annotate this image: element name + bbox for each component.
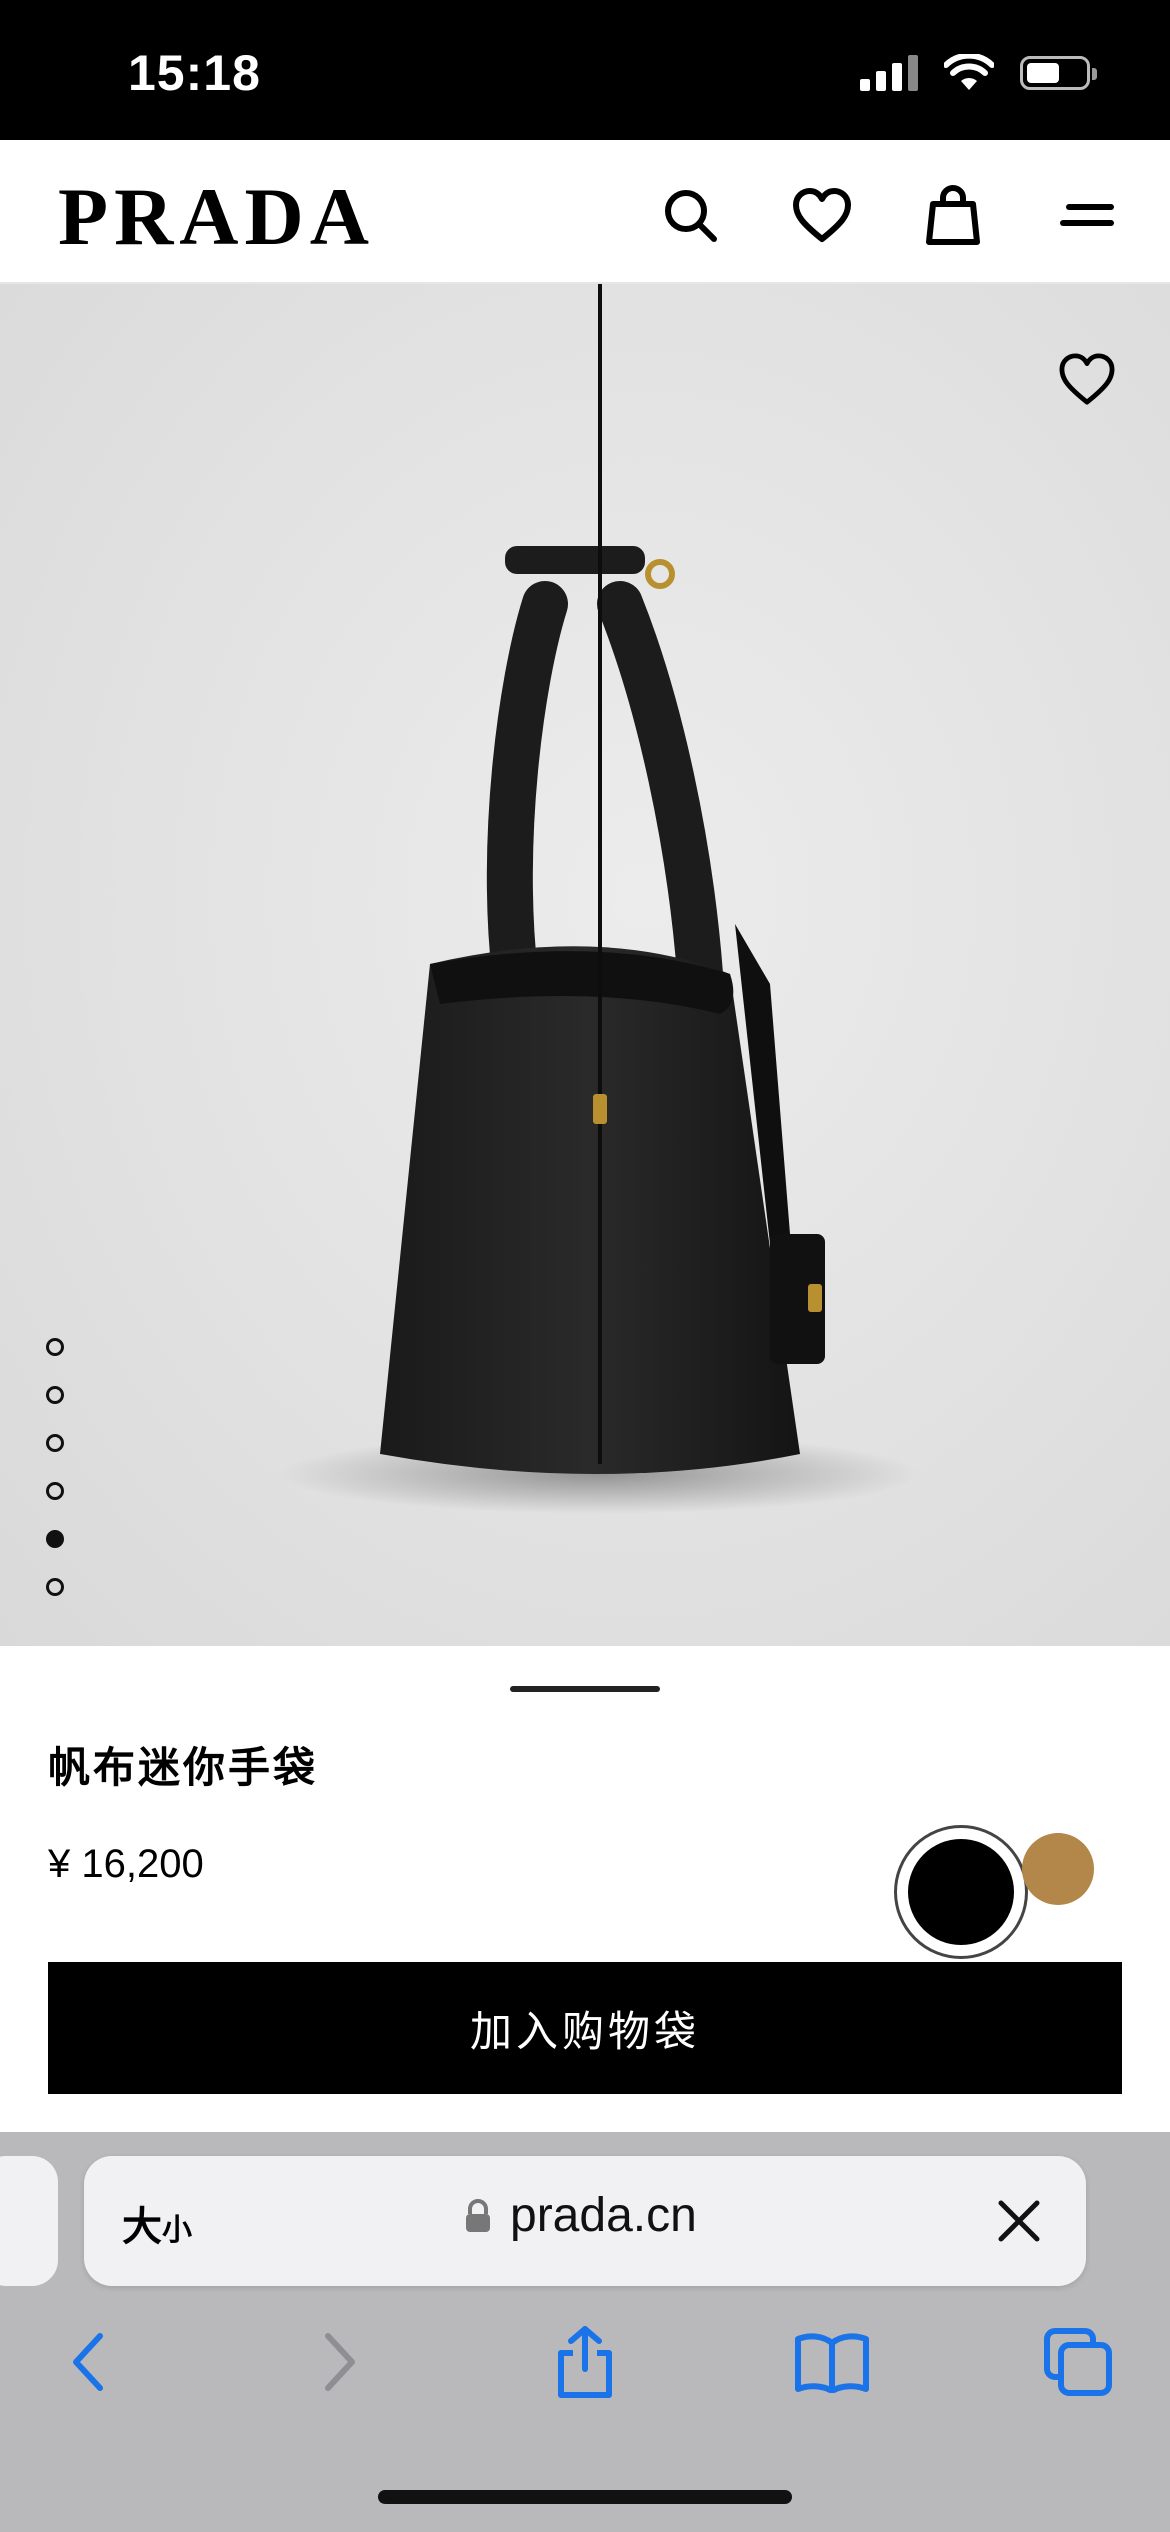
brand-logo[interactable]: PRADA	[58, 170, 375, 264]
pager-dot[interactable]	[46, 1434, 64, 1452]
lock-icon	[466, 2198, 490, 2232]
address-bar[interactable]: 大小 prada.cn	[84, 2156, 1086, 2286]
add-to-bag-button[interactable]: 加入购物袋	[48, 1962, 1122, 2094]
status-bar: 15:18	[0, 0, 1170, 140]
share-icon[interactable]	[545, 2322, 625, 2402]
home-indicator	[378, 2490, 792, 2504]
previous-tab-preview[interactable]	[0, 2156, 58, 2286]
url-text: prada.cn	[510, 2189, 697, 2242]
text-size-button[interactable]: 大小	[122, 2194, 192, 2252]
tabs-icon[interactable]	[1038, 2322, 1118, 2402]
cellular-signal-icon	[860, 55, 918, 91]
product-price: ¥ 16,200	[48, 1842, 204, 1886]
product-name: 帆布迷你手袋	[48, 1744, 319, 1791]
sheet-drag-handle[interactable]	[510, 1686, 660, 1692]
search-icon[interactable]	[655, 180, 725, 250]
status-time: 15:18	[128, 45, 261, 101]
url-display[interactable]: prada.cn	[464, 2188, 697, 2243]
bookmarks-book-icon[interactable]	[792, 2322, 872, 2402]
battery-icon	[1020, 56, 1097, 90]
color-swatch-black[interactable]	[908, 1839, 1014, 1945]
site-header: PRADA	[0, 140, 1170, 284]
forward-chevron-icon[interactable]	[300, 2322, 380, 2402]
image-pager	[46, 1338, 64, 1596]
color-swatch-tan[interactable]	[1022, 1833, 1094, 1905]
back-chevron-icon[interactable]	[48, 2322, 128, 2402]
status-icons	[860, 54, 1097, 92]
menu-icon[interactable]	[1052, 180, 1122, 250]
handbag-illustration	[280, 284, 920, 1514]
text-size-small: 小	[162, 2214, 192, 2247]
product-image[interactable]	[0, 284, 1170, 1646]
close-icon[interactable]	[990, 2192, 1048, 2250]
wifi-icon	[944, 54, 994, 90]
pager-dot[interactable]	[46, 1578, 64, 1596]
pager-dot[interactable]	[46, 1338, 64, 1356]
text-size-large: 大	[122, 2205, 162, 2249]
pager-dot[interactable]	[46, 1482, 64, 1500]
pager-dot[interactable]	[46, 1530, 64, 1548]
favorite-heart-icon[interactable]	[1052, 344, 1122, 414]
pager-dot[interactable]	[46, 1386, 64, 1404]
heart-icon[interactable]	[787, 180, 857, 250]
shopping-bag-icon[interactable]	[918, 180, 988, 250]
